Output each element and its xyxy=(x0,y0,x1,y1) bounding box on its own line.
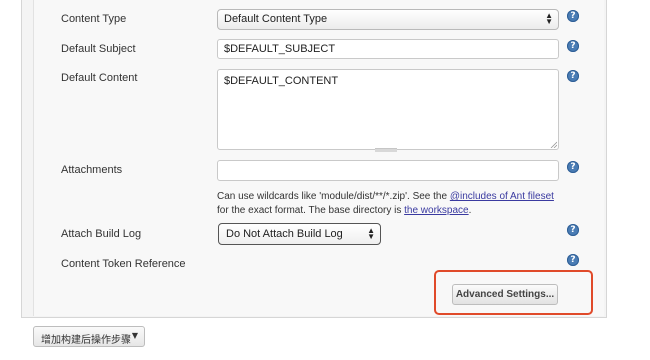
default-content-label: Default Content xyxy=(61,72,138,84)
hint-text-3: . xyxy=(468,205,472,216)
add-post-build-step-button[interactable]: 增加构建后操作步骤 ▼ xyxy=(33,326,145,347)
default-subject-label: Default Subject xyxy=(61,43,136,55)
attachments-label: Attachments xyxy=(61,164,123,176)
default-subject-input[interactable]: $DEFAULT_SUBJECT xyxy=(217,39,559,59)
help-icon-attach-build-log[interactable]: ? xyxy=(567,224,579,236)
advanced-settings-button[interactable]: Advanced Settings... xyxy=(452,284,558,305)
ant-fileset-link[interactable]: @includes of Ant fileset xyxy=(450,191,554,202)
attach-build-log-select[interactable]: Do Not Attach Build Log ▲ ▼ xyxy=(218,223,381,245)
select-arrows-icon: ▲ ▼ xyxy=(545,11,553,26)
content-type-value: Default Content Type xyxy=(224,13,328,25)
default-content-textarea[interactable]: $DEFAULT_CONTENT xyxy=(217,69,559,150)
workspace-link[interactable]: the workspace xyxy=(404,205,468,216)
resize-grip-icon[interactable] xyxy=(550,141,557,148)
help-icon-content-type[interactable]: ? xyxy=(567,10,579,22)
add-post-build-step-label: 增加构建后操作步骤 xyxy=(41,335,131,346)
attachments-hint: Can use wildcards like 'module/dist/**/*… xyxy=(217,190,554,218)
attach-build-log-label: Attach Build Log xyxy=(61,228,142,240)
content-token-reference-label: Content Token Reference xyxy=(61,258,186,270)
caret-down-icon: ▼ xyxy=(131,331,138,340)
help-icon-attachments[interactable]: ? xyxy=(567,161,579,173)
content-type-label: Content Type xyxy=(61,13,127,25)
attachments-input[interactable] xyxy=(217,160,559,181)
default-content-value: $DEFAULT_CONTENT xyxy=(224,75,339,87)
hint-text-2: for the exact format. The base directory… xyxy=(217,205,405,216)
select-arrows-icon: ▲ ▼ xyxy=(367,226,375,241)
help-icon-default-subject[interactable]: ? xyxy=(567,40,579,52)
textarea-resize-handle[interactable] xyxy=(375,148,397,152)
help-icon-content-token-reference[interactable]: ? xyxy=(567,254,579,266)
hint-text-1: Can use wildcards like 'module/dist/**/*… xyxy=(217,191,450,202)
content-type-select[interactable]: Default Content Type ▲ ▼ xyxy=(217,9,559,30)
help-icon-default-content[interactable]: ? xyxy=(567,70,579,82)
attach-build-log-value: Do Not Attach Build Log xyxy=(226,228,343,240)
